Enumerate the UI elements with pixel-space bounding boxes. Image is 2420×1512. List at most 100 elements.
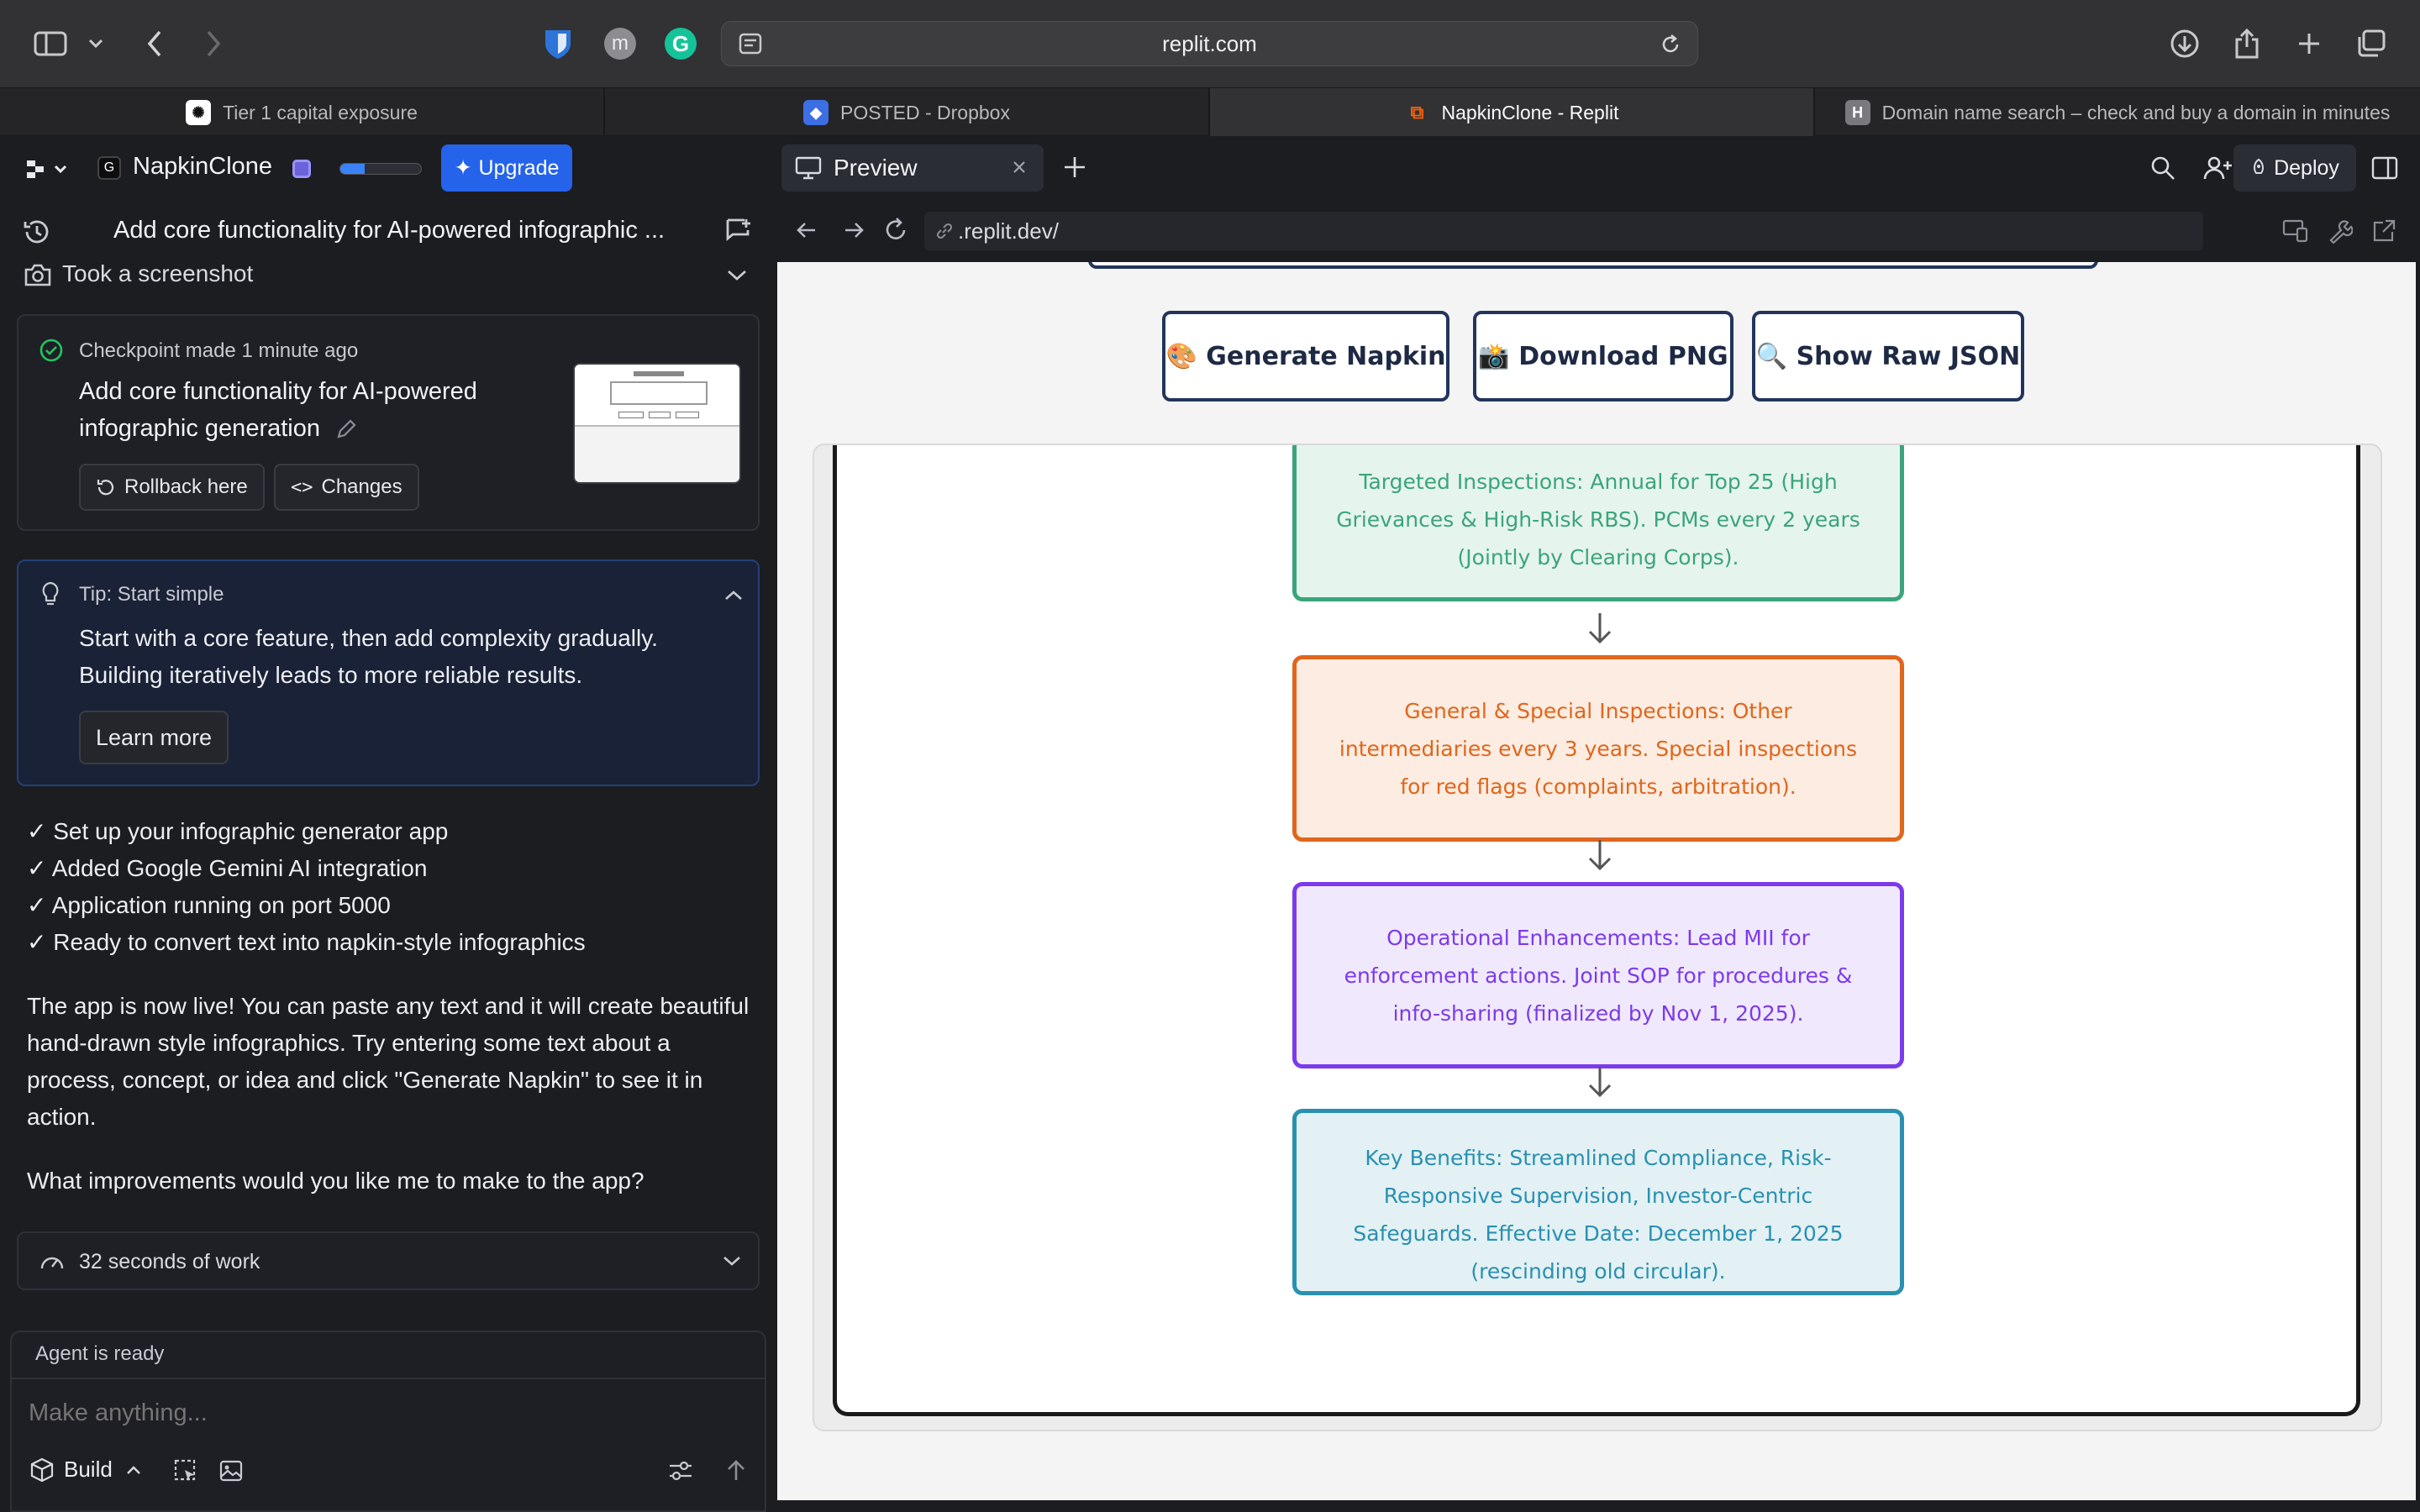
status-badge — [292, 160, 311, 178]
upgrade-button[interactable]: ✦ Upgrade — [441, 144, 572, 192]
new-tab-icon[interactable] — [2291, 25, 2328, 62]
tab-preview[interactable]: Preview — [781, 144, 1044, 192]
reload-icon[interactable] — [1659, 33, 1682, 56]
code-icon: <> — [291, 476, 313, 498]
work-label: 32 seconds of work — [79, 1250, 260, 1273]
list-item: ✓ Set up your infographic generator app — [27, 818, 449, 844]
show-raw-json-button[interactable]: 🔍 Show Raw JSON — [1752, 311, 2024, 402]
text-input-area[interactable] — [1088, 262, 2098, 269]
tip-title: Tip: Start simple — [79, 583, 224, 606]
composer: Agent is ready Build — [10, 1331, 766, 1512]
address-bar[interactable]: replit.com — [721, 21, 1698, 66]
preview-url-bar[interactable]: .replit.dev/ — [924, 212, 2203, 250]
agent-question: What improvements would you like me to m… — [27, 1168, 644, 1194]
build-label: Build — [64, 1457, 113, 1482]
learn-more-button[interactable]: Learn more — [79, 711, 229, 764]
napkin-canvas: Targeted Inspections: Annual for Top 25 … — [833, 445, 2360, 1416]
tab-label: Tier 1 capital exposure — [223, 101, 418, 123]
download-png-button[interactable]: 📸 Download PNG — [1473, 311, 1733, 402]
flow-step: Key Benefits: Streamlined Compliance, Ri… — [1292, 1109, 1904, 1295]
deploy-label: Deploy — [2274, 155, 2339, 180]
deploy-button[interactable]: Deploy — [2233, 144, 2356, 192]
chat-title: Add core functionality for AI-powered in… — [113, 217, 666, 244]
dropbox-favicon-icon: ◆ — [803, 100, 829, 125]
chatgpt-favicon-icon: ✺ — [186, 100, 212, 125]
gauge-icon — [39, 1250, 66, 1273]
tab-label: Domain name search – check and buy a dom… — [1881, 101, 2391, 123]
devices-icon[interactable] — [2282, 218, 2309, 244]
rollback-button[interactable]: Rollback here — [79, 464, 265, 511]
back-icon[interactable] — [136, 25, 173, 62]
panel-toggle-icon[interactable] — [2371, 156, 2398, 180]
check-circle-icon — [39, 338, 64, 363]
changes-button[interactable]: <> Changes — [274, 464, 419, 511]
new-chat-icon[interactable] — [724, 217, 753, 245]
tab-tier1[interactable]: ✺ Tier 1 capital exposure — [0, 88, 605, 137]
history-icon[interactable] — [22, 217, 52, 247]
bitwarden-extension-icon[interactable] — [539, 25, 576, 62]
tab-overview-icon[interactable] — [2353, 25, 2390, 62]
settings-sliders-icon[interactable] — [667, 1458, 694, 1483]
tab-label: POSTED - Dropbox — [840, 101, 1010, 123]
down-arrow-icon — [1588, 613, 1612, 644]
generate-napkin-button[interactable]: 🎨 Generate Napkin — [1162, 311, 1449, 402]
open-new-window-icon[interactable] — [2371, 218, 2396, 244]
preview-reload-icon[interactable] — [882, 217, 909, 244]
h-favicon-icon: H — [1844, 100, 1870, 125]
tip-card: Tip: Start simple Start with a core feat… — [17, 559, 760, 786]
list-item: ✓ Added Google Gemini AI integration — [27, 855, 428, 881]
downloads-icon[interactable] — [2166, 25, 2203, 62]
forward-icon[interactable] — [195, 25, 232, 62]
checkpoint-thumbnail[interactable] — [573, 363, 741, 484]
tab-domain[interactable]: H Domain name search – check and buy a d… — [1815, 88, 2420, 137]
add-tab-icon[interactable] — [1062, 155, 1087, 180]
changes-label: Changes — [321, 475, 402, 498]
work-summary-row[interactable]: 32 seconds of work — [17, 1231, 760, 1290]
grammarly-extension-icon[interactable]: G — [662, 25, 699, 62]
select-element-icon[interactable] — [173, 1458, 198, 1483]
flow-step: Operational Enhancements: Lead MII for e… — [1292, 882, 1904, 1068]
image-upload-icon[interactable] — [218, 1458, 244, 1483]
checklist: ✓ Set up your infographic generator app … — [27, 813, 586, 961]
camera-icon — [24, 262, 52, 287]
chevron-up-icon — [126, 1465, 141, 1475]
checkpoint-title: Add core functionality for AI-powered in… — [79, 373, 550, 447]
pencil-icon[interactable] — [335, 418, 357, 440]
checkpoint-prefix: Checkpoint made — [79, 339, 236, 362]
chevron-down-icon — [723, 1255, 741, 1267]
prompt-input[interactable] — [29, 1393, 734, 1433]
monitor-icon — [795, 156, 822, 180]
browser-toolbar: m G replit.com — [0, 0, 2420, 87]
preview-forward-icon[interactable] — [842, 220, 865, 240]
checkpoint-card: Checkpoint made 1 minute ago Add core fu… — [17, 314, 760, 531]
tab-replit[interactable]: ⧉ NapkinClone - Replit — [1210, 88, 1815, 137]
replit-menu-icon[interactable] — [25, 158, 69, 180]
sidebar-toggle-icon[interactable] — [32, 25, 69, 62]
cube-icon — [30, 1457, 54, 1483]
expand-screenshot-icon[interactable] — [726, 269, 748, 282]
search-icon[interactable] — [2149, 155, 2176, 181]
agent-message: The app is now live! You can paste any t… — [27, 993, 750, 1130]
screenshot-label: Took a screenshot — [62, 260, 254, 286]
profile-avatar[interactable]: m — [602, 25, 639, 62]
project-name[interactable]: NapkinClone — [133, 153, 272, 181]
devtools-wrench-icon[interactable] — [2328, 218, 2353, 244]
close-tab-icon[interactable] — [1012, 160, 1027, 175]
url-text: replit.com — [1162, 30, 1257, 56]
share-icon[interactable] — [2228, 25, 2265, 62]
project-icon: G — [97, 156, 121, 180]
invite-user-icon[interactable] — [2203, 155, 2233, 181]
collapse-tip-icon[interactable] — [724, 590, 743, 601]
page-menu-icon[interactable] — [739, 33, 762, 55]
avatar-letter: m — [604, 28, 636, 60]
browser-tab-strip: ✺ Tier 1 capital exposure ◆ POSTED - Dro… — [0, 87, 2420, 137]
flow-step: Targeted Inspections: Annual for Top 25 … — [1292, 445, 1904, 601]
send-icon[interactable] — [724, 1458, 748, 1483]
chevron-down-icon[interactable] — [81, 25, 111, 62]
preview-back-icon[interactable] — [795, 220, 818, 240]
list-item: ✓ Ready to convert text into napkin-styl… — [27, 929, 586, 955]
build-mode-select[interactable]: Build — [30, 1457, 141, 1483]
agent-panel: G NapkinClone ✦ Upgrade Add core function… — [0, 136, 775, 1512]
tab-dropbox[interactable]: ◆ POSTED - Dropbox — [605, 88, 1210, 137]
tip-body: Start with a core feature, then add comp… — [79, 625, 658, 688]
